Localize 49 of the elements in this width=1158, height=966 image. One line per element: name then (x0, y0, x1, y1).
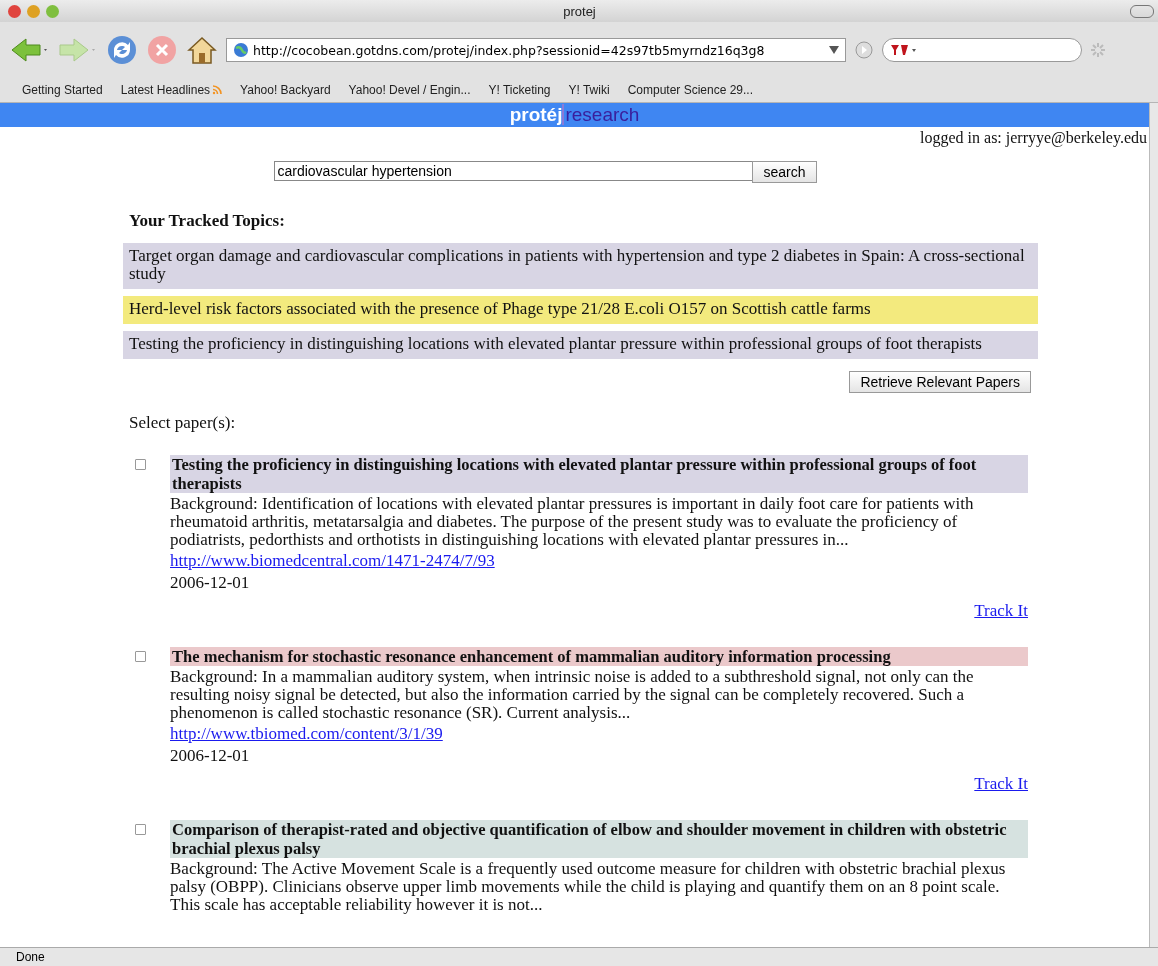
paper-date: 2006-12-01 (170, 573, 251, 593)
loading-icon (1090, 42, 1106, 58)
tracked-topic[interactable]: Testing the proficiency in distinguishing locations with elevated plantar pressure within professional groups of foot therapists (123, 331, 1038, 359)
login-status: logged in as: jerryye@berkeley.edu (919, 128, 1148, 147)
dropdown-icon[interactable] (829, 46, 839, 54)
tracked-topic[interactable]: Herd-level risk factors associated with the presence of Phage type 21/28 E.coli O157 on Scottish cattle farms (123, 296, 1038, 324)
search-button[interactable]: search (752, 161, 817, 183)
go-icon[interactable] (854, 40, 874, 60)
tracked-topic[interactable]: Target organ damage and cardiovascular complications in patients with hypertension and type 2 diabetes in Spain: A cross-sectional study (123, 243, 1038, 289)
track-it-link[interactable]: Track It (974, 774, 1028, 794)
bookmark-item[interactable]: Computer Science 29... (627, 83, 754, 97)
paper-title: Testing the proficiency in distinguishing locations with elevated plantar pressure within professional groups of foot therapists (170, 455, 1028, 493)
site-logo: protéj research (509, 104, 640, 126)
bookmark-item[interactable]: Getting Started (22, 83, 103, 97)
paper-title: The mechanism for stochastic resonance enhancement of mammalian auditory information processing (170, 647, 1028, 666)
close-icon[interactable] (8, 4, 21, 18)
paper-link[interactable]: http://www.biomedcentral.com/1471-2474/7/93 (170, 551, 495, 571)
track-it-link[interactable]: Track It (974, 601, 1028, 621)
search-engine-field[interactable] (882, 38, 1082, 62)
window-title: protej (563, 3, 597, 19)
bookmark-item[interactable]: Y! Ticketing (488, 83, 551, 97)
minimize-icon[interactable] (27, 4, 40, 18)
reload-icon[interactable] (106, 34, 138, 66)
back-icon[interactable] (10, 35, 50, 65)
bookmark-item[interactable]: Latest Headlines (120, 83, 223, 97)
status-text: Done (16, 950, 45, 964)
retrieve-papers-button[interactable]: Retrieve Relevant Papers (849, 371, 1031, 393)
address-field[interactable]: http://cocobean.gotdns.com/protej/index.php?sessionid=42s97tb5myrndz16q3g8 (226, 38, 846, 62)
paper-checkbox[interactable] (135, 824, 146, 835)
home-icon[interactable] (186, 34, 218, 66)
globe-icon (233, 42, 249, 58)
select-label: Select paper(s): (129, 413, 237, 433)
paper-title: Comparison of therapist-rated and objective quantification of elbow and shoulder movement in children with obstetric brachial plexus palsy (170, 820, 1028, 858)
paper-checkbox[interactable] (135, 651, 146, 662)
rss-icon (212, 85, 223, 95)
paper-abstract: Background: The Active Movement Scale is a frequently used outcome measure for children with obstetric brachial plexus palsy (OBPP). Clinicians observe upper limb movements while the child is playing and quantify them on an 8 point scale. This scale has acceptable reliability however it is not... (170, 860, 1007, 914)
stop-icon[interactable] (146, 34, 178, 66)
paper-checkbox[interactable] (135, 459, 146, 470)
paper-date: 2006-12-01 (170, 746, 251, 766)
bookmark-item[interactable]: Yahoo! Devel / Engin... (348, 83, 471, 97)
zoom-icon[interactable] (46, 4, 59, 18)
section-heading: Your Tracked Topics: (129, 211, 286, 231)
search-field[interactable]: cardiovascular hypertension (274, 161, 753, 181)
paper-abstract: Background: Identification of locations with elevated plantar pressures is important in daily foot care for patients with rheumatoid arthritis, metatarsalgia and diabetes. The purpose of the present study was to evaluate the proficiency of podiatrists, pedorthists and orthotists in distinguishing locations with elevated plantar pressures in... (170, 495, 975, 549)
bookmark-item[interactable]: Yahoo! Backyard (240, 83, 331, 97)
toolbar-toggle-icon[interactable] (1130, 5, 1154, 18)
paper-link[interactable]: http://www.tbiomed.com/content/3/1/39 (170, 724, 443, 744)
paper-abstract: Background: In a mammalian auditory system, when intrinsic noise is added to a subthreshold signal, not only can the resulting noisy signal be detected, but also the information carried by the signal can be completely recovered. Such a phenomenon is called stochastic resonance (SR). Current analysis... (170, 668, 975, 722)
bookmark-item[interactable]: Y! Twiki (568, 83, 610, 97)
